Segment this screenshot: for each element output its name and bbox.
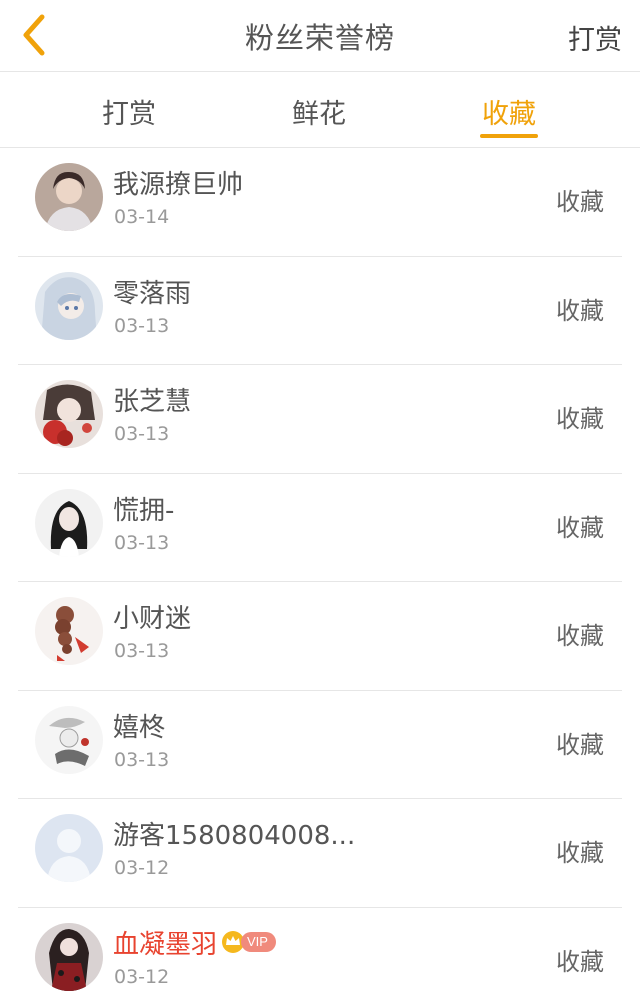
reward-button[interactable]: 打赏 [568,18,622,57]
avatar[interactable] [35,488,103,557]
fan-date: 03-12 [114,965,170,988]
fan-date: 03-13 [114,531,170,554]
back-button[interactable] [14,12,54,58]
list-item[interactable]: 游客1580804008... 03-12 收藏 [18,799,622,908]
fan-date: 03-12 [114,857,170,879]
avatar[interactable] [35,814,103,882]
fan-date: 03-14 [114,206,170,228]
list-item[interactable]: 零落雨 03-13 收藏 [18,257,622,365]
chevron-left-icon [23,14,45,56]
tab-favorites[interactable]: 收藏 [482,92,536,131]
avatar[interactable] [35,380,103,448]
list-item[interactable]: 我源撩巨帅 03-14 收藏 [18,148,622,257]
list-item[interactable]: 张芝慧 03-13 收藏 [18,365,622,474]
fan-action-label: 收藏 [556,188,604,216]
avatar[interactable] [35,271,103,340]
fan-date: 03-13 [114,314,170,337]
vip-badge: VIP [241,932,276,952]
list-item[interactable]: 血凝墨羽 VIP 03-12 收藏 [18,908,622,995]
fan-name: 嬉柊 [113,712,166,743]
fan-date: 03-13 [114,640,170,662]
fan-name: 慌拥- [113,495,175,526]
tab-flowers[interactable]: 鲜花 [292,92,346,131]
list-item[interactable]: 慌拥- 03-13 收藏 [18,474,622,582]
avatar[interactable] [35,922,103,991]
fan-list: 我源撩巨帅 03-14 收藏 零落雨 03-13 收藏 张芝慧 03-13 收藏… [0,148,640,995]
fan-name-text: 血凝墨羽 [113,929,218,960]
fan-name: 游客1580804008... [113,821,356,851]
fan-name: 我源撩巨帅 [113,170,244,200]
fan-action-label: 收藏 [556,296,604,325]
fan-name: 血凝墨羽 VIP [113,924,276,961]
avatar[interactable] [35,163,103,231]
tab-reward[interactable]: 打赏 [102,92,156,131]
fan-action-label: 收藏 [556,839,604,867]
fan-action-label: 收藏 [556,947,604,976]
fan-action-label: 收藏 [556,622,604,650]
active-tab-indicator [480,134,538,138]
fan-name: 小财迷 [113,604,192,634]
list-item[interactable]: 小财迷 03-13 收藏 [18,582,622,691]
fan-name: 零落雨 [113,278,192,309]
fan-action-label: 收藏 [556,405,604,433]
fan-action-label: 收藏 [556,513,604,542]
default-person-icon [35,814,103,882]
top-bar: 粉丝荣誉榜 打赏 [0,0,640,72]
fan-name: 张芝慧 [113,387,192,417]
avatar[interactable] [35,597,103,665]
list-item[interactable]: 嬉柊 03-13 收藏 [18,691,622,799]
fan-date: 03-13 [114,423,170,445]
fan-action-label: 收藏 [556,730,604,759]
tab-bar: 打赏 鲜花 收藏 [0,72,640,148]
page-title: 粉丝荣誉榜 [244,20,395,55]
fan-date: 03-13 [114,748,170,771]
avatar[interactable] [35,705,103,774]
